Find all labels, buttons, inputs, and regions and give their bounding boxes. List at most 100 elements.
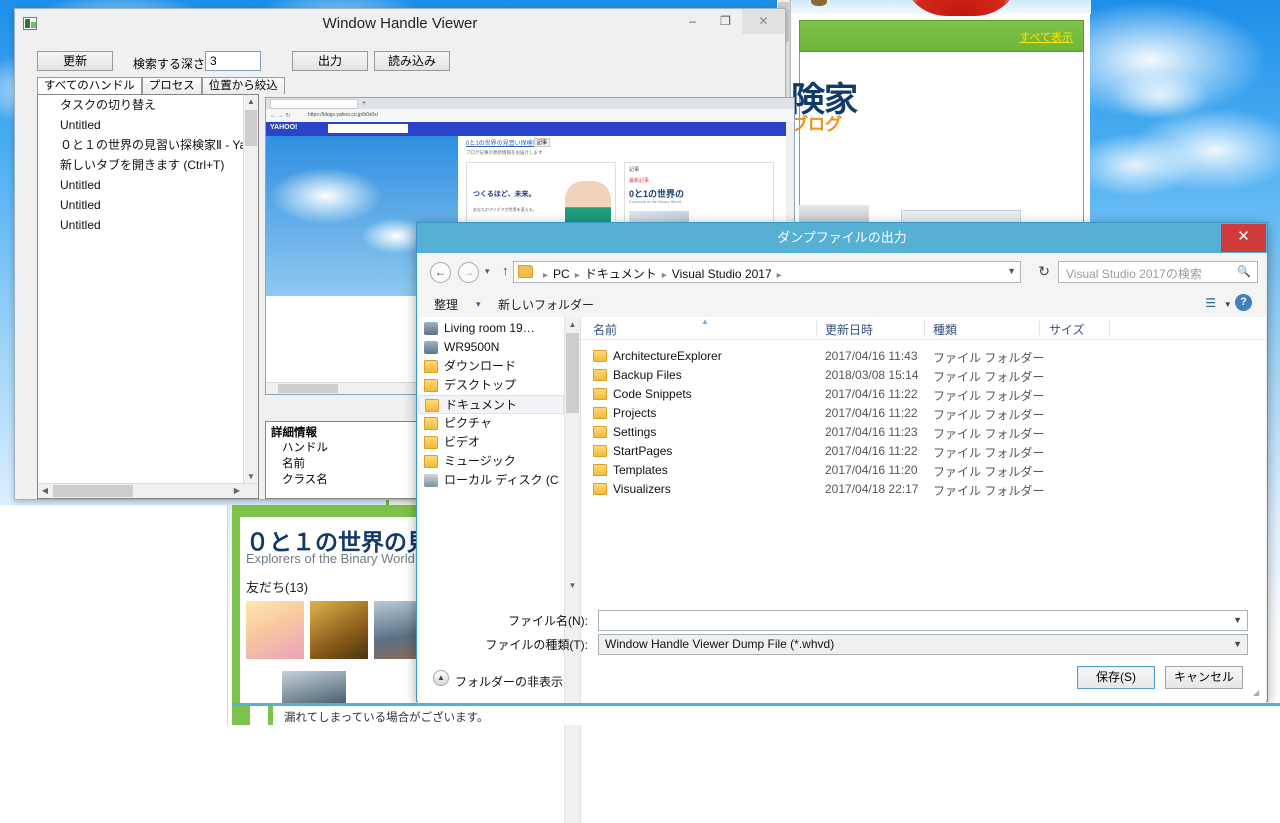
load-button[interactable]: 読み込み — [374, 51, 450, 71]
scroll-down-icon[interactable]: ▼ — [565, 578, 580, 593]
file-name: Code Snippets — [613, 387, 692, 401]
scroll-up-icon[interactable]: ▲ — [565, 317, 580, 332]
tab-filter-by-position[interactable]: 位置から絞込 — [201, 77, 285, 94]
save-button[interactable]: 保存(S) — [1077, 666, 1155, 689]
breadcrumb-item-pc[interactable]: PC — [553, 267, 570, 281]
refresh-button[interactable]: 更新 — [37, 51, 113, 71]
column-header-modified[interactable]: 更新日時 — [825, 321, 873, 338]
filetype-select[interactable]: Window Handle Viewer Dump File (*.whvd) … — [598, 634, 1248, 655]
back-button[interactable]: ← — [430, 262, 451, 283]
output-button[interactable]: 出力 — [292, 51, 368, 71]
nav-item-music[interactable]: ミュージック — [418, 452, 564, 471]
column-header-size[interactable]: サイズ — [1049, 321, 1085, 338]
breadcrumb-bar[interactable]: ▸ PC ▸ ドキュメント ▸ Visual Studio 2017 ▸ ▼ — [513, 261, 1021, 283]
collapse-folders-icon[interactable]: ▲ — [433, 670, 449, 686]
column-divider[interactable] — [816, 321, 817, 335]
cancel-button[interactable]: キャンセル — [1165, 666, 1243, 689]
list-item[interactable]: Untitled — [38, 175, 258, 195]
handle-list-hscrollbar[interactable]: ◀ ▶ — [38, 483, 258, 498]
hide-folders-label[interactable]: フォルダーの非表示 — [455, 673, 563, 690]
table-row[interactable]: Code Snippets 2017/04/16 11:22 ファイル フォルダ… — [581, 385, 1266, 404]
dialog-close-button[interactable]: ✕ — [1221, 224, 1266, 252]
chevron-down-icon[interactable]: ▼ — [1233, 615, 1242, 625]
table-row[interactable]: ArchitectureExplorer 2017/04/16 11:43 ファ… — [581, 347, 1266, 366]
chevron-down-icon[interactable]: ▼ — [1007, 266, 1016, 276]
friend-avatar[interactable] — [310, 601, 368, 659]
new-folder-button[interactable]: 新しいフォルダー — [498, 296, 594, 313]
friend-avatar[interactable] — [246, 601, 304, 659]
filename-input[interactable]: ▼ — [598, 610, 1248, 631]
preview-tab — [270, 99, 358, 109]
scroll-left-icon[interactable]: ◀ — [38, 484, 52, 498]
nav-item-living-room[interactable]: Living room 19… — [418, 319, 564, 338]
column-header-type[interactable]: 種類 — [933, 321, 957, 338]
column-divider[interactable] — [1039, 321, 1040, 335]
resize-grip[interactable]: ◢ — [1253, 688, 1263, 698]
table-row[interactable]: StartPages 2017/04/16 11:22 ファイル フォルダー — [581, 442, 1266, 461]
column-divider[interactable] — [1109, 321, 1110, 335]
table-row[interactable]: Projects 2017/04/16 11:22 ファイル フォルダー — [581, 404, 1266, 423]
maximize-button[interactable]: ❐ — [709, 9, 742, 34]
scroll-right-icon[interactable]: ▶ — [230, 484, 244, 498]
scroll-up-icon[interactable]: ▲ — [244, 95, 258, 109]
forward-button[interactable]: → — [458, 262, 479, 283]
breadcrumb[interactable]: ▸ PC ▸ ドキュメント ▸ Visual Studio 2017 ▸ — [538, 265, 787, 282]
nav-pane-scrollbar[interactable]: ▲ ▼ — [564, 317, 580, 823]
organize-caret-icon[interactable]: ▾ — [476, 299, 481, 310]
show-all-link[interactable]: すべて表示 — [1019, 29, 1073, 45]
handle-list[interactable]: タスクの切り替え Untitled ０と１の世界の見習い探検家Ⅱ - Yahoo… — [37, 94, 259, 499]
minimize-button[interactable]: – — [676, 9, 709, 34]
view-caret-icon[interactable]: ▾ — [1225, 299, 1230, 310]
nav-item-documents[interactable]: ドキュメント — [418, 395, 564, 414]
column-header-name[interactable]: 名前 — [593, 321, 617, 338]
nav-item-label: ビデオ — [444, 435, 481, 449]
table-row[interactable]: Backup Files 2018/03/08 15:14 ファイル フォルダー — [581, 366, 1266, 385]
dialog-title-bar[interactable]: ダンプファイルの出力 ✕ — [417, 223, 1267, 253]
breadcrumb-item-visual-studio-2017[interactable]: Visual Studio 2017 — [672, 267, 772, 281]
preview-ad2-head: 記事 — [629, 167, 640, 173]
file-type: ファイル フォルダー — [933, 389, 1045, 403]
file-modified: 2017/04/16 11:22 — [825, 387, 918, 401]
close-button[interactable]: ✕ — [742, 9, 785, 34]
tab-process[interactable]: プロセス — [141, 77, 202, 94]
scroll-down-icon[interactable]: ▼ — [244, 470, 258, 484]
file-list-pane[interactable]: 名前 ▲ 更新日時 種類 サイズ ArchitectureExplorer 20… — [580, 317, 1266, 823]
green-section-bar: すべて表示 — [799, 20, 1084, 52]
refresh-icon[interactable]: ↻ — [1038, 263, 1050, 280]
scrollbar-thumb[interactable] — [245, 110, 257, 146]
help-icon[interactable]: ? — [1235, 294, 1252, 311]
recent-locations-icon[interactable]: ▾ — [485, 266, 490, 277]
nav-item-desktop[interactable]: デスクトップ — [418, 376, 564, 395]
organize-button[interactable]: 整理 — [434, 296, 458, 313]
handle-list-vscrollbar[interactable]: ▲ ▼ — [243, 95, 258, 498]
scrollbar-thumb[interactable] — [566, 333, 579, 413]
whv-title-bar[interactable]: Window Handle Viewer – ❐ ✕ — [15, 9, 785, 39]
list-item[interactable]: Untitled — [38, 115, 258, 135]
search-box[interactable]: Visual Studio 2017の検索 🔍 — [1058, 261, 1258, 283]
scrollbar-thumb[interactable] — [53, 485, 133, 497]
list-item[interactable]: ０と１の世界の見習い探検家Ⅱ - Yahoo — [38, 135, 258, 155]
list-item[interactable]: 新しいタブを開きます (Ctrl+T) — [38, 155, 258, 175]
search-icon[interactable]: 🔍 — [1237, 265, 1251, 278]
list-item[interactable]: タスクの切り替え — [38, 95, 258, 115]
breadcrumb-item-documents[interactable]: ドキュメント — [585, 267, 657, 281]
nav-item-downloads[interactable]: ダウンロード — [418, 357, 564, 376]
tab-all-handles[interactable]: すべてのハンドル — [37, 77, 142, 94]
navigation-pane[interactable]: Living room 19… WR9500N ダウンロード デスクトップ ドキ… — [418, 317, 564, 823]
list-item[interactable]: Untitled — [38, 195, 258, 215]
whv-tab-bar: すべてのハンドル プロセス 位置から絞込 — [37, 77, 285, 94]
list-item[interactable]: Untitled — [38, 215, 258, 235]
table-row[interactable]: Templates 2017/04/16 11:20 ファイル フォルダー — [581, 461, 1266, 480]
table-row[interactable]: Settings 2017/04/16 11:23 ファイル フォルダー — [581, 423, 1266, 442]
up-button[interactable]: ↑ — [502, 263, 509, 278]
column-divider[interactable] — [924, 321, 925, 335]
nav-item-local-disk[interactable]: ローカル ディスク (C — [418, 471, 564, 490]
view-mode-icon[interactable]: ☰ — [1205, 296, 1216, 310]
depth-input[interactable] — [205, 51, 261, 71]
nav-item-wr9500n[interactable]: WR9500N — [418, 338, 564, 357]
preview-url-bar: ← → ↻ https://blogs.yahoo.co.jp/b0x0x/ — [266, 109, 794, 123]
nav-item-videos[interactable]: ビデオ — [418, 433, 564, 452]
nav-item-pictures[interactable]: ピクチャ — [418, 414, 564, 433]
table-row[interactable]: Visualizers 2017/04/18 22:17 ファイル フォルダー — [581, 480, 1266, 499]
chevron-down-icon[interactable]: ▼ — [1233, 639, 1242, 649]
